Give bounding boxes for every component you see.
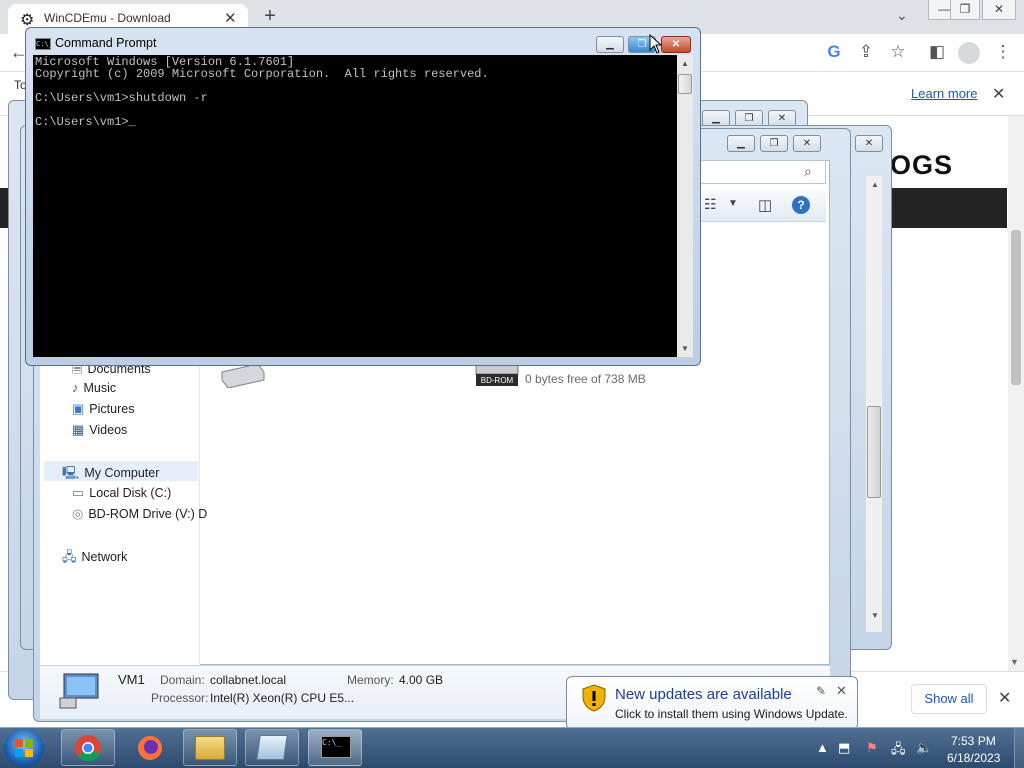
notification-text[interactable]: Click to install them using Windows Upda… (615, 707, 848, 721)
share-icon[interactable]: ⇪ (855, 42, 877, 62)
menu-dots-icon[interactable]: ⋮ (992, 42, 1014, 62)
tab-close-icon[interactable]: ✕ (224, 9, 237, 27)
explorer-scroll-up-icon[interactable]: ▲ (871, 180, 879, 189)
google-icon[interactable]: G (823, 42, 845, 62)
processor-value: Intel(R) Xeon(R) CPU E5... (210, 691, 355, 705)
music-icon: ♪ (72, 380, 79, 395)
bd-rom-icon-label: BD-ROM (481, 376, 514, 385)
explorer-scroll-thumb[interactable] (867, 406, 881, 498)
computer-icon (59, 673, 99, 709)
computer-name: VM1 (118, 672, 145, 687)
chrome-restore-button[interactable]: ❐ (950, 0, 980, 20)
notification-title[interactable]: New updates are available (615, 686, 792, 703)
videos-icon: ▦ (72, 422, 85, 437)
chevron-down-icon[interactable]: ▼ (728, 198, 738, 209)
action-center-icon[interactable]: ⚑ (866, 740, 878, 756)
page-logo-fragment: OGS (890, 150, 954, 180)
mouse-cursor-icon (649, 34, 663, 54)
search-icon[interactable]: ⌕ (804, 163, 812, 180)
cmd-minimize-button[interactable]: ▁ (596, 36, 624, 53)
processor-label: Processor: (151, 691, 209, 705)
download-bar-close-icon[interactable]: ✕ (998, 688, 1011, 708)
chrome-scroll-down-icon[interactable]: ▼ (1010, 657, 1019, 667)
domain-value: collabnet.local (210, 673, 287, 687)
hard-disk-icon: ▭ (72, 485, 85, 500)
tab-title: WinCDEmu - Download (44, 11, 171, 25)
computer-icon: 🖳 (62, 465, 80, 480)
nav-item-bd-rom[interactable]: ◎ BD-ROM Drive (V:) D (72, 506, 207, 522)
learn-more-link[interactable]: Learn more (911, 86, 977, 101)
nav-item-my-computer[interactable]: 🖳 My Computer (62, 464, 159, 486)
explorer-minimize-button[interactable]: ▁ (727, 135, 755, 152)
windows-logo-icon (15, 739, 33, 757)
memory-value: 4.00 GB (399, 673, 444, 687)
back1-close-button[interactable]: ✕ (855, 135, 883, 152)
warning-shield-icon (582, 684, 606, 712)
nav-item-network[interactable]: 🖧 Network (62, 548, 127, 570)
show-all-button[interactable]: Show all (911, 684, 987, 714)
console-scroll-up-icon[interactable]: ▲ (681, 59, 689, 68)
nav-label: Videos (89, 423, 128, 437)
notepad-icon (256, 735, 288, 760)
preview-pane-icon[interactable]: ◫ (758, 196, 772, 214)
change-view-icon[interactable]: ☷ (704, 196, 717, 213)
chrome-scrollbar[interactable] (1008, 116, 1024, 671)
nav-label: Music (83, 381, 117, 395)
page-nav-band (890, 188, 1007, 228)
cmd-close-button[interactable]: ✕ (661, 36, 691, 53)
explorer-scroll-down-icon[interactable]: ▼ (871, 611, 879, 620)
nav-item-pictures[interactable]: ▣ Pictures (72, 401, 134, 417)
firefox-icon (138, 736, 162, 760)
profile-avatar[interactable] (958, 42, 980, 64)
show-hidden-icons-icon[interactable]: ▲ (816, 740, 829, 755)
bd-rom-free-space: 0 bytes free of 738 MB (525, 372, 646, 386)
pictures-icon: ▣ (72, 401, 85, 416)
nav-label: BD-ROM Drive (V:) D (88, 507, 208, 521)
folder-icon (195, 736, 225, 760)
chrome-icon (75, 735, 101, 762)
update-notification[interactable] (566, 676, 858, 730)
console-scrollbar[interactable] (677, 55, 693, 357)
nav-label: My Computer (84, 466, 160, 480)
network-tray-icon[interactable]: 🖧 (891, 740, 906, 762)
explorer-restore-button[interactable]: ❐ (760, 135, 788, 152)
clock-time[interactable]: 7:53 PM (951, 734, 996, 748)
network-icon: 🖧 (62, 549, 77, 564)
console-scroll-thumb[interactable] (678, 74, 692, 94)
pin-icon[interactable]: ✎ (816, 684, 826, 698)
memory-label: Memory: (347, 673, 394, 687)
chrome-scroll-thumb[interactable] (1011, 230, 1021, 385)
nav-label: Local Disk (C:) (89, 486, 172, 500)
console-scroll-down-icon[interactable]: ▼ (681, 344, 689, 353)
domain-label: Domain: (160, 673, 205, 687)
nav-item-videos[interactable]: ▦ Videos (72, 422, 127, 438)
explorer-close-button[interactable]: ✕ (793, 135, 821, 152)
console-output: Microsoft Windows [Version 6.1.7601] Cop… (35, 55, 489, 129)
infobar-close-icon[interactable]: ✕ (992, 84, 1005, 104)
new-tab-button[interactable]: + (260, 5, 280, 28)
bookmark-star-icon[interactable]: ☆ (887, 42, 909, 62)
nav-label: Network (81, 550, 128, 564)
show-desktop-button[interactable] (1014, 728, 1024, 768)
chrome-close-button[interactable]: ✕ (982, 0, 1016, 20)
nav-item-music[interactable]: ♪ Music (72, 380, 116, 395)
explorer-scrollbar[interactable] (866, 176, 882, 632)
nav-item-local-disk[interactable]: ▭ Local Disk (C:) (72, 485, 171, 501)
tab-search-chevron-icon[interactable]: ⌄ (896, 7, 908, 24)
nav-label: Pictures (89, 402, 135, 416)
side-panel-icon[interactable]: ◧ (926, 42, 948, 62)
disc-icon: ◎ (72, 506, 84, 521)
help-icon[interactable]: ? (792, 196, 810, 214)
cmd-taskbar-icon: C:\_ (321, 736, 351, 758)
notification-close-icon[interactable]: ✕ (836, 683, 847, 699)
cmd-icon: C:\_ (35, 38, 53, 50)
window-title: Command Prompt (55, 36, 157, 50)
update-tray-icon[interactable]: ⬒ (838, 740, 850, 756)
clock-date[interactable]: 6/18/2023 (947, 751, 1000, 765)
volume-muted-icon[interactable]: 🔈 (916, 740, 932, 756)
